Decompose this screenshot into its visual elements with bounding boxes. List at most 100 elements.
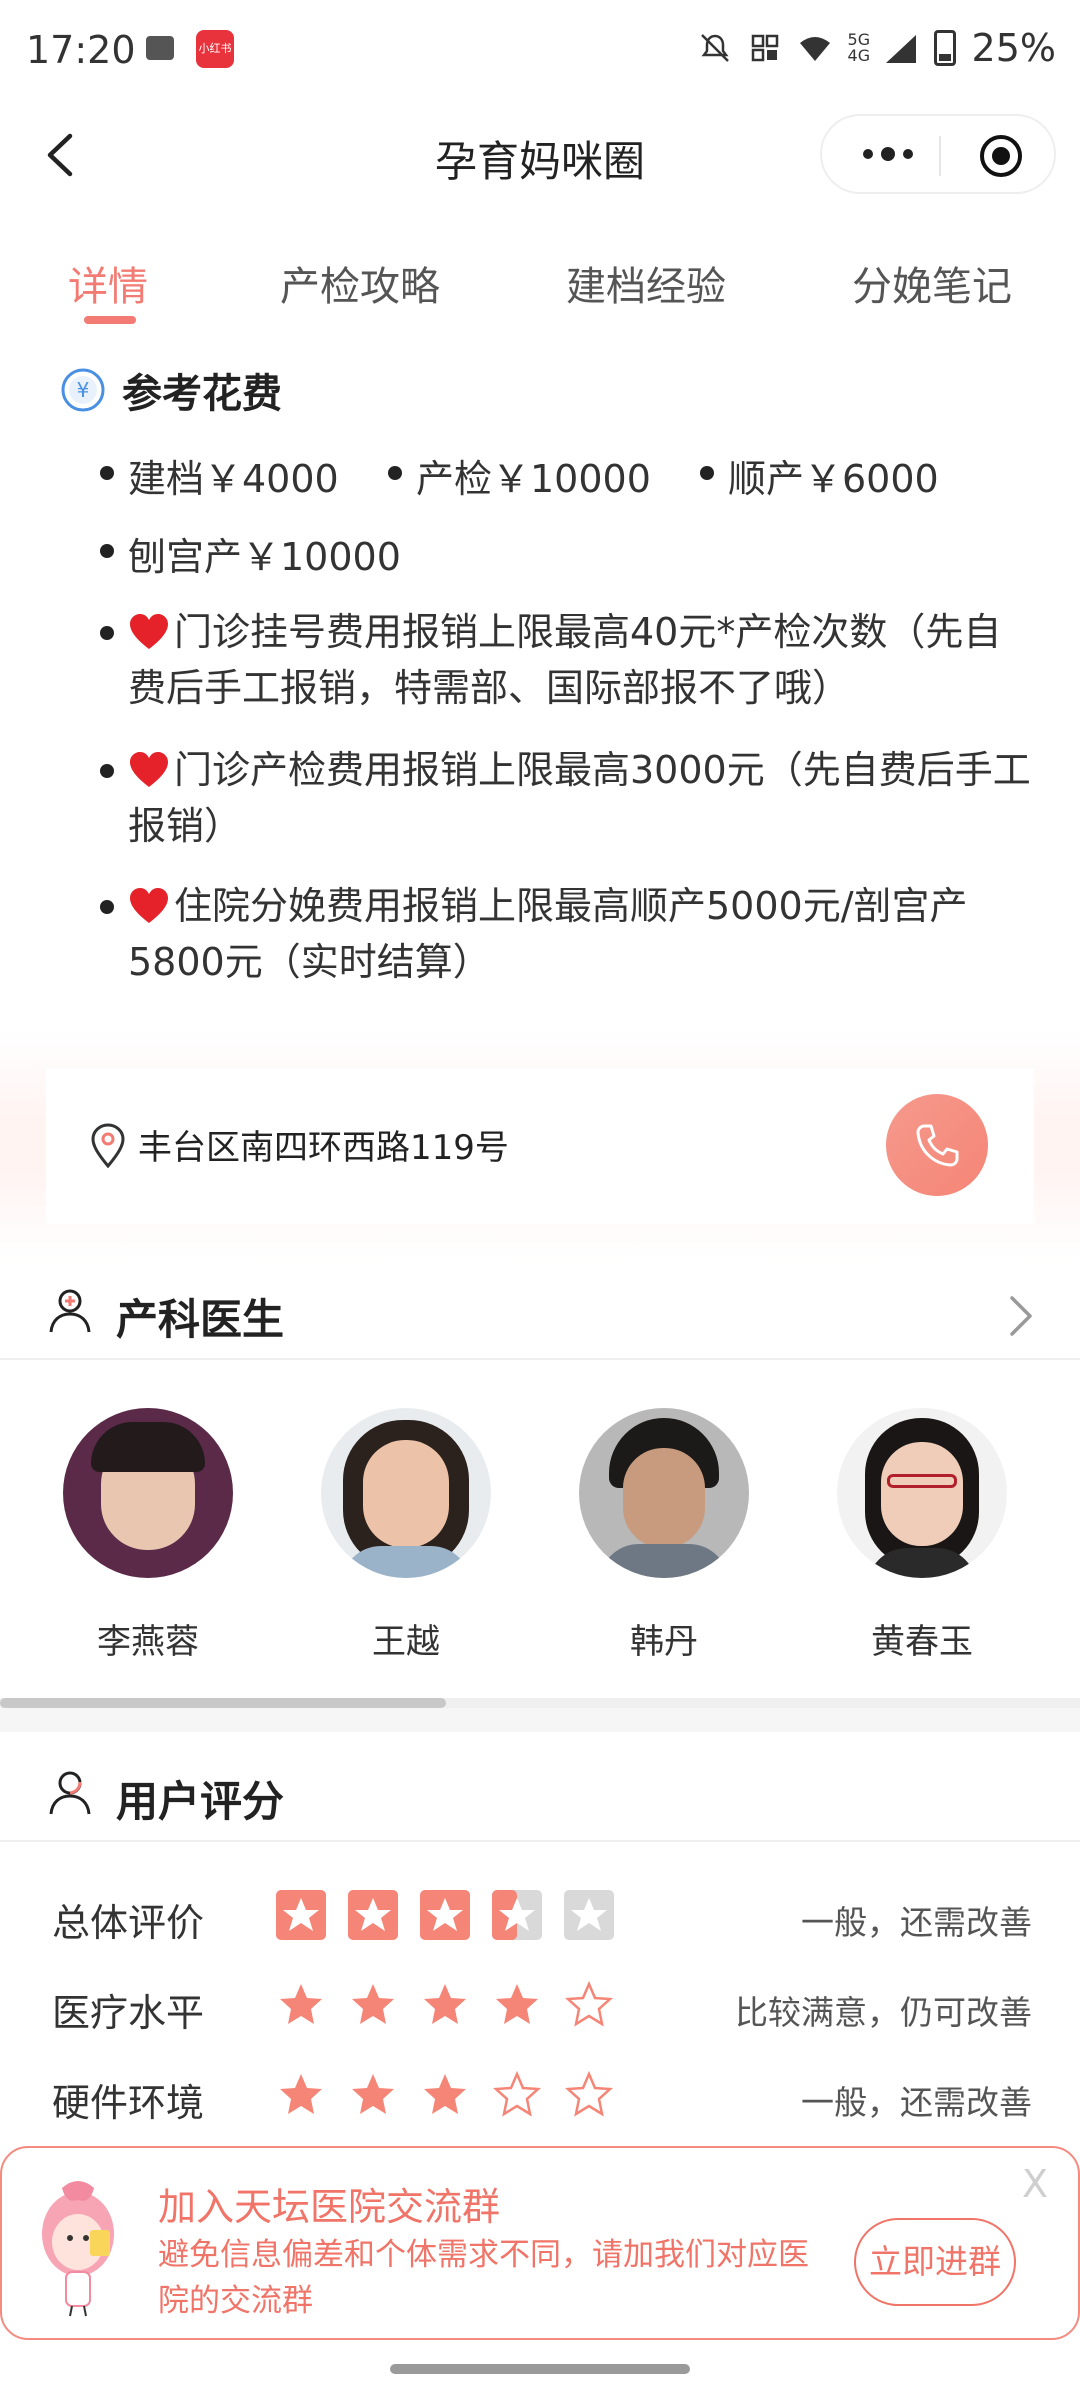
chevron-right-icon[interactable] xyxy=(1006,1294,1036,1338)
rating-row-overall: 总体评价 一般，还需改善 xyxy=(52,1886,1032,1956)
active-tab-indicator xyxy=(84,316,136,324)
doctor-avatar xyxy=(321,1408,491,1578)
banner-description: 避免信息偏差和个体需求不同，请加我们对应医院的交流群 xyxy=(158,2237,809,2319)
doctor-name: 王越 xyxy=(372,1622,440,1662)
carousel-scrollbar-thumb[interactable] xyxy=(0,1698,446,1708)
rating-stars xyxy=(276,2070,614,2120)
battery-percent: 25% xyxy=(971,26,1056,70)
capsule-divider xyxy=(939,136,941,176)
tab-registration-experience[interactable]: 建档经验 xyxy=(566,254,726,312)
join-group-button[interactable]: 立即进群 xyxy=(854,2218,1016,2306)
doctor-avatar xyxy=(63,1408,233,1578)
join-group-banner[interactable]: 加入天坛医院交流群 避免信息偏差和个体需求不同，请加我们对应医院的交流群 立即进… xyxy=(0,2146,1080,2340)
carousel-scrollbar[interactable] xyxy=(0,1698,1080,1708)
doctor-card[interactable]: 韩丹 xyxy=(574,1408,754,1663)
mascot-icon xyxy=(42,2181,114,2317)
heart-icon xyxy=(130,614,168,649)
message-icon xyxy=(146,36,174,60)
rating-row-medical-level: 医疗水平 比较满意，仍可改善 xyxy=(52,1976,1032,2046)
more-icon[interactable] xyxy=(858,142,918,166)
ratings-section-header: 用户评分 xyxy=(0,1742,1080,1842)
star-filled-icon xyxy=(352,1984,394,2024)
app-badge-icon: 小红书 xyxy=(196,30,234,68)
section-divider xyxy=(0,1708,1080,1732)
address-card[interactable]: 丰台区南四环西路119号 xyxy=(46,1068,1034,1224)
status-icons: 5G 4G 25% xyxy=(698,26,1056,70)
yuan-icon: ¥ xyxy=(61,368,105,412)
tab-prenatal-guide[interactable]: 产检攻略 xyxy=(280,254,440,312)
mute-bell-icon xyxy=(700,34,729,62)
heart-icon xyxy=(130,888,168,923)
address-section: 丰台区南四环西路119号 xyxy=(0,1030,1080,1260)
reimburse-note-outpatient-checkup: 门诊产检费用报销上限最高3000元（先自费后手工报销） xyxy=(100,742,1038,854)
cost-item-natural-birth: 顺产￥6000 xyxy=(700,448,939,503)
rating-stars-boxed xyxy=(276,1890,614,1940)
tab-bar: 详情 产检攻略 建档经验 分娩笔记 xyxy=(0,240,1080,330)
tab-details[interactable]: 详情 xyxy=(68,254,148,312)
rating-label: 总体评价 xyxy=(52,1901,205,1945)
star-filled-icon xyxy=(280,1984,322,2024)
star-half-icon xyxy=(492,1890,542,1940)
star-empty-icon xyxy=(492,2070,542,2117)
wifi-icon xyxy=(799,37,830,61)
close-banner-icon[interactable]: X xyxy=(1022,2162,1048,2206)
location-pin-icon xyxy=(91,1123,125,1168)
call-button[interactable] xyxy=(886,1094,988,1196)
rating-row-hardware: 硬件环境 一般，还需改善 xyxy=(52,2066,1032,2136)
star-empty-icon xyxy=(564,1980,614,2027)
cost-item-checkup: 产检￥10000 xyxy=(388,448,651,503)
star-filled-icon xyxy=(352,2074,394,2114)
banner-title: 加入天坛医院交流群 xyxy=(158,2185,501,2229)
star-empty-icon xyxy=(564,2070,614,2117)
doctor-name: 李燕蓉 xyxy=(97,1622,199,1662)
rating-desc: 一般，还需改善 xyxy=(801,2083,1032,2122)
rating-desc: 比较满意，仍可改善 xyxy=(735,1993,1032,2032)
status-bar: 17:20 小红书 5G 4G 25% xyxy=(0,0,1080,100)
doctors-title: 产科医生 xyxy=(116,1295,285,1344)
star-filled-icon xyxy=(424,2074,466,2114)
tab-delivery-notes[interactable]: 分娩笔记 xyxy=(852,254,1012,312)
rating-label: 医疗水平 xyxy=(52,1991,205,2035)
reimburse-note-hospital-delivery: 住院分娩费用报销上限最高顺产5000元/剖宫产5800元（实时结算） xyxy=(100,878,1038,990)
star-filled-icon xyxy=(348,1890,398,1940)
vibrate-icon xyxy=(751,34,778,62)
doctor-icon xyxy=(49,1289,91,1333)
ratings-title: 用户评分 xyxy=(116,1777,285,1826)
cost-title: 参考花费 xyxy=(122,371,282,417)
star-filled-icon xyxy=(276,1890,326,1940)
star-filled-icon xyxy=(424,1984,466,2024)
miniprogram-capsule xyxy=(820,114,1056,194)
network-label: 5G 4G xyxy=(847,30,871,65)
doctor-name: 黄春玉 xyxy=(871,1622,973,1662)
doctor-card[interactable]: 黄春玉 xyxy=(832,1408,1012,1663)
cost-item-csection: 刨宫产￥10000 xyxy=(100,526,401,581)
address-text: 丰台区南四环西路119号 xyxy=(138,1128,509,1168)
doctor-card[interactable]: 李燕蓉 xyxy=(58,1408,238,1663)
user-icon xyxy=(49,1771,91,1815)
svg-text:¥: ¥ xyxy=(77,378,90,402)
doctor-carousel[interactable]: 李燕蓉 王越 韩丹 黄春玉 xyxy=(0,1360,1080,1700)
home-indicator[interactable] xyxy=(390,2364,690,2374)
nav-bar: 孕育妈咪圈 xyxy=(0,100,1080,210)
star-filled-icon xyxy=(280,2074,322,2114)
phone-icon xyxy=(916,1124,959,1167)
doctor-card[interactable]: 王越 xyxy=(316,1408,496,1663)
doctors-section-header[interactable]: 产科医生 xyxy=(0,1260,1080,1360)
cost-section-header: ¥ 参考花费 xyxy=(60,360,282,420)
cost-item-registration: 建档￥4000 xyxy=(100,448,339,503)
heart-icon xyxy=(130,752,168,787)
status-time: 17:20 xyxy=(26,28,136,72)
star-filled-icon xyxy=(496,1984,538,2024)
rating-desc: 一般，还需改善 xyxy=(801,1903,1032,1942)
reimburse-note-outpatient-registration: 门诊挂号费用报销上限最高40元*产检次数（先自费后手工报销，特需部、国际部报不了… xyxy=(100,604,1038,716)
rating-label: 硬件环境 xyxy=(52,2081,205,2125)
rating-stars xyxy=(276,1980,614,2030)
signal-icon xyxy=(885,35,916,63)
star-empty-icon xyxy=(564,1890,614,1940)
star-filled-icon xyxy=(420,1890,470,1940)
doctor-name: 韩丹 xyxy=(630,1622,698,1662)
doctor-avatar xyxy=(837,1408,1007,1578)
battery-icon xyxy=(933,30,956,66)
doctor-avatar xyxy=(579,1408,749,1578)
close-miniprogram-icon[interactable] xyxy=(978,133,1024,179)
